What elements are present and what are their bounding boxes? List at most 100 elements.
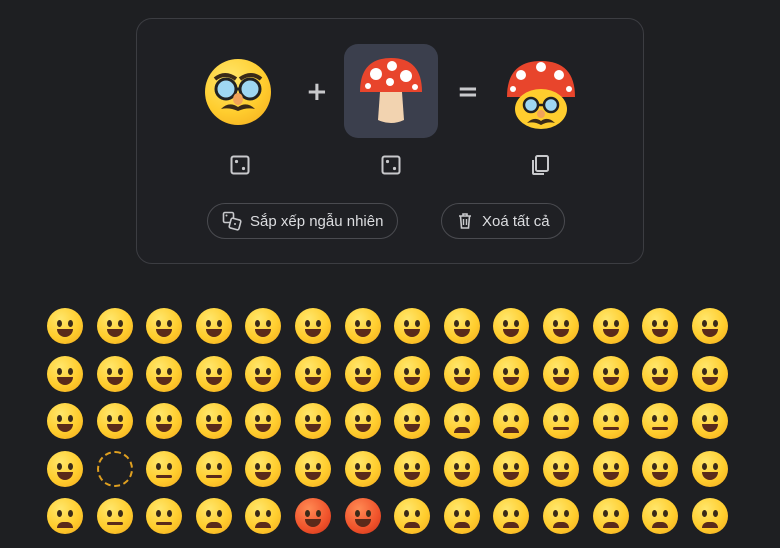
emoji-option[interactable]: [46, 307, 84, 345]
emoji-option[interactable]: [691, 402, 729, 440]
emoji-eyes: [403, 320, 421, 327]
emoji-option[interactable]: [691, 355, 729, 393]
emoji-option[interactable]: [691, 450, 729, 488]
clear-all-button[interactable]: Xoá tất cả: [441, 203, 565, 239]
emoji-face: [593, 308, 629, 344]
emoji-eyes: [651, 510, 669, 517]
emoji-option[interactable]: [344, 307, 382, 345]
emoji-eyes: [106, 320, 124, 327]
emoji-mouth: [404, 522, 420, 528]
emoji-option[interactable]: [96, 355, 134, 393]
emoji-option[interactable]: [294, 497, 332, 535]
emoji-option[interactable]: [244, 497, 282, 535]
emoji-option[interactable]: [96, 402, 134, 440]
emoji-option[interactable]: [443, 497, 481, 535]
emoji-option[interactable]: [96, 450, 134, 488]
emoji-option[interactable]: [592, 307, 630, 345]
result-emoji-slot: [503, 57, 579, 133]
emoji-option[interactable]: [492, 497, 530, 535]
emoji-option[interactable]: [443, 450, 481, 488]
left-emoji-slot[interactable]: [203, 57, 275, 129]
emoji-option[interactable]: [542, 307, 580, 345]
emoji-option[interactable]: [641, 450, 679, 488]
emoji-option[interactable]: [294, 402, 332, 440]
emoji-option[interactable]: [145, 450, 183, 488]
emoji-option[interactable]: [344, 355, 382, 393]
emoji-option[interactable]: [145, 307, 183, 345]
emoji-option[interactable]: [592, 497, 630, 535]
emoji-option[interactable]: [691, 497, 729, 535]
emoji-option[interactable]: [393, 307, 431, 345]
emoji-option[interactable]: [393, 450, 431, 488]
emoji-eyes: [651, 415, 669, 422]
emoji-option[interactable]: [393, 402, 431, 440]
emoji-option[interactable]: [244, 402, 282, 440]
emoji-option[interactable]: [195, 355, 233, 393]
emoji-option[interactable]: [344, 450, 382, 488]
emoji-option[interactable]: [592, 402, 630, 440]
emoji-option[interactable]: [244, 307, 282, 345]
emoji-face: [593, 498, 629, 534]
emoji-mouth: [503, 427, 519, 433]
emoji-mouth: [107, 522, 123, 525]
emoji-option[interactable]: [195, 497, 233, 535]
emoji-option[interactable]: [641, 307, 679, 345]
emoji-option[interactable]: [46, 497, 84, 535]
emoji-mouth: [57, 522, 73, 528]
emoji-option[interactable]: [393, 355, 431, 393]
right-emoji-slot[interactable]: [344, 44, 438, 138]
emoji-option[interactable]: [492, 402, 530, 440]
emoji-option[interactable]: [393, 497, 431, 535]
emoji-option[interactable]: [641, 402, 679, 440]
copy-icon[interactable]: [528, 153, 552, 177]
emoji-option[interactable]: [542, 355, 580, 393]
emoji-option[interactable]: [46, 355, 84, 393]
emoji-option[interactable]: [492, 355, 530, 393]
emoji-option[interactable]: [195, 450, 233, 488]
emoji-option[interactable]: [542, 450, 580, 488]
emoji-option[interactable]: [691, 307, 729, 345]
emoji-eyes: [155, 415, 173, 422]
emoji-option[interactable]: [145, 497, 183, 535]
emoji-mouth: [206, 522, 222, 528]
emoji-option[interactable]: [542, 402, 580, 440]
emoji-option[interactable]: [344, 497, 382, 535]
emoji-eyes: [354, 510, 372, 517]
emoji-option[interactable]: [542, 497, 580, 535]
emoji-option[interactable]: [641, 497, 679, 535]
emoji-option[interactable]: [96, 497, 134, 535]
emoji-option[interactable]: [145, 355, 183, 393]
emoji-option[interactable]: [492, 450, 530, 488]
emoji-option[interactable]: [145, 402, 183, 440]
emoji-option[interactable]: [344, 402, 382, 440]
emoji-option[interactable]: [294, 450, 332, 488]
emoji-option[interactable]: [294, 307, 332, 345]
emoji-option[interactable]: [244, 450, 282, 488]
emoji-option[interactable]: [244, 355, 282, 393]
emoji-option[interactable]: [443, 307, 481, 345]
emoji-face: [642, 356, 678, 392]
mushroom-emoji: [356, 54, 426, 126]
emoji-option[interactable]: [641, 355, 679, 393]
randomize-right-dice-icon[interactable]: [379, 153, 403, 177]
emoji-option[interactable]: [443, 355, 481, 393]
emoji-face: [146, 308, 182, 344]
emoji-eyes: [453, 368, 471, 375]
emoji-option[interactable]: [195, 307, 233, 345]
emoji-mouth: [652, 522, 668, 528]
emoji-option[interactable]: [294, 355, 332, 393]
emoji-option[interactable]: [96, 307, 134, 345]
emoji-option[interactable]: [46, 450, 84, 488]
emoji-option[interactable]: [46, 402, 84, 440]
emoji-option[interactable]: [592, 355, 630, 393]
emoji-option[interactable]: [195, 402, 233, 440]
emoji-option[interactable]: [492, 307, 530, 345]
shuffle-button[interactable]: Sắp xếp ngẫu nhiên: [207, 203, 399, 239]
emoji-eyes: [602, 510, 620, 517]
emoji-option[interactable]: [592, 450, 630, 488]
emoji-mouth: [156, 475, 172, 478]
emoji-face: [245, 451, 281, 487]
randomize-left-dice-icon[interactable]: [228, 153, 252, 177]
emoji-option[interactable]: [443, 402, 481, 440]
emoji-eyes: [354, 463, 372, 470]
